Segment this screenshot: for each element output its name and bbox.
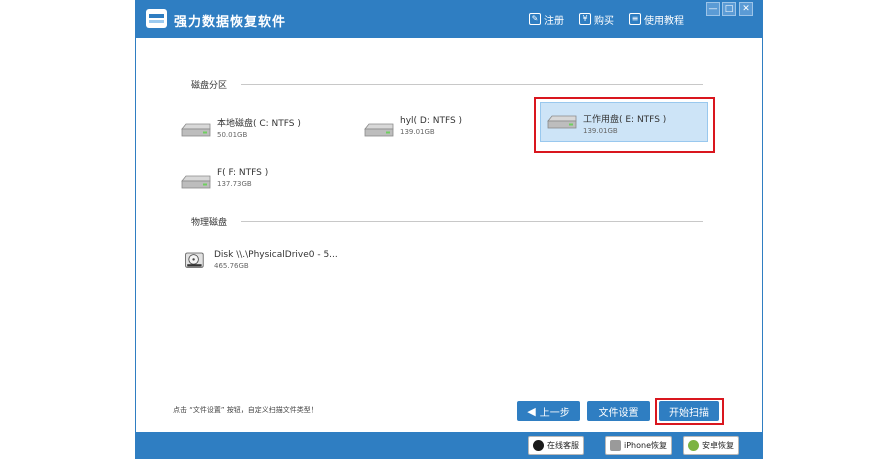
tutorial-label: 使用教程 [644, 15, 684, 27]
register-label: 注册 [544, 15, 564, 27]
file-settings-button[interactable]: 文件设置 [587, 401, 650, 421]
physical-divider [241, 221, 703, 222]
buy-label: 购买 [594, 15, 614, 27]
app-title: 强力数据恢复软件 [174, 15, 287, 30]
partition-c[interactable]: 本地磁盘( C: NTFS ) 50.01GB [181, 116, 301, 139]
physical-section-label: 物理磁盘 [191, 218, 228, 228]
back-button[interactable]: ◀ 上一步 [517, 401, 580, 421]
main-content: 磁盘分区 本地磁盘( C: NTFS ) 50.01GB hyl( D: NTF… [136, 38, 762, 432]
android-icon [688, 440, 699, 451]
physical-disk-icon [185, 252, 204, 268]
partition-name: 本地磁盘( C: NTFS ) [217, 119, 301, 129]
partition-d[interactable]: hyl( D: NTFS ) 139.01GB [364, 116, 462, 138]
partition-size: 139.01GB [583, 127, 618, 135]
hard-drive-icon [547, 115, 577, 129]
partition-f[interactable]: F( F: NTFS ) 137.73GB [181, 168, 268, 190]
bottom-bar: 在线客服 iPhone恢复 安卓恢复 [136, 432, 762, 459]
hard-drive-icon [364, 123, 394, 137]
physical-drive-0[interactable]: Disk \\.\PhysicalDrive0 - 5... 465.76GB [184, 250, 338, 272]
hard-drive-icon [181, 175, 211, 189]
partition-size: 139.01GB [400, 128, 435, 136]
minimize-button[interactable]: — [706, 2, 720, 16]
tutorial-icon: ≡ [629, 13, 641, 25]
partition-size: 137.73GB [217, 180, 252, 188]
partition-name: hyl( D: NTFS ) [400, 116, 463, 126]
close-button[interactable]: ✕ [739, 2, 753, 16]
buy-button[interactable]: ¥ 购买 [579, 11, 614, 27]
physical-drive-size: 465.76GB [214, 262, 249, 270]
online-service-label: 在线客服 [547, 441, 579, 450]
register-button[interactable]: ✎ 注册 [529, 11, 564, 27]
iphone-recovery-label: iPhone恢复 [624, 441, 668, 450]
partitions-section-label: 磁盘分区 [191, 81, 228, 91]
partitions-divider [241, 84, 703, 85]
partition-size: 50.01GB [217, 131, 248, 139]
hard-drive-icon [181, 123, 211, 137]
hint-text: 点击 “文件设置” 按钮，自定义扫描文件类型！ [173, 406, 318, 414]
buy-icon: ¥ [579, 13, 591, 25]
partition-e-selected[interactable]: 工作用盘( E: NTFS ) 139.01GB [540, 102, 708, 142]
app-window: 强力数据恢复软件 ✎ 注册 ¥ 购买 ≡ 使用教程 — □ ✕ 磁盘分区 本地磁… [135, 0, 763, 459]
android-recovery-button[interactable]: 安卓恢复 [683, 436, 739, 455]
back-arrow-icon: ◀ [527, 404, 536, 418]
maximize-button[interactable]: □ [722, 2, 736, 16]
online-service-button[interactable]: 在线客服 [528, 436, 584, 455]
physical-drive-name: Disk \\.\PhysicalDrive0 - 5... [214, 250, 338, 260]
iphone-icon [610, 440, 621, 451]
start-scan-button[interactable]: 开始扫描 [659, 401, 719, 421]
register-icon: ✎ [529, 13, 541, 25]
partition-name: 工作用盘( E: NTFS ) [583, 115, 667, 125]
partition-name: F( F: NTFS ) [217, 168, 269, 178]
iphone-recovery-button[interactable]: iPhone恢复 [605, 436, 673, 455]
title-bar[interactable]: 强力数据恢复软件 ✎ 注册 ¥ 购买 ≡ 使用教程 — □ ✕ [136, 0, 762, 38]
back-label: 上一步 [539, 407, 570, 419]
qq-penguin-icon [533, 440, 544, 451]
android-recovery-label: 安卓恢复 [702, 441, 734, 450]
tutorial-button[interactable]: ≡ 使用教程 [629, 11, 684, 27]
app-logo-icon [146, 9, 167, 28]
